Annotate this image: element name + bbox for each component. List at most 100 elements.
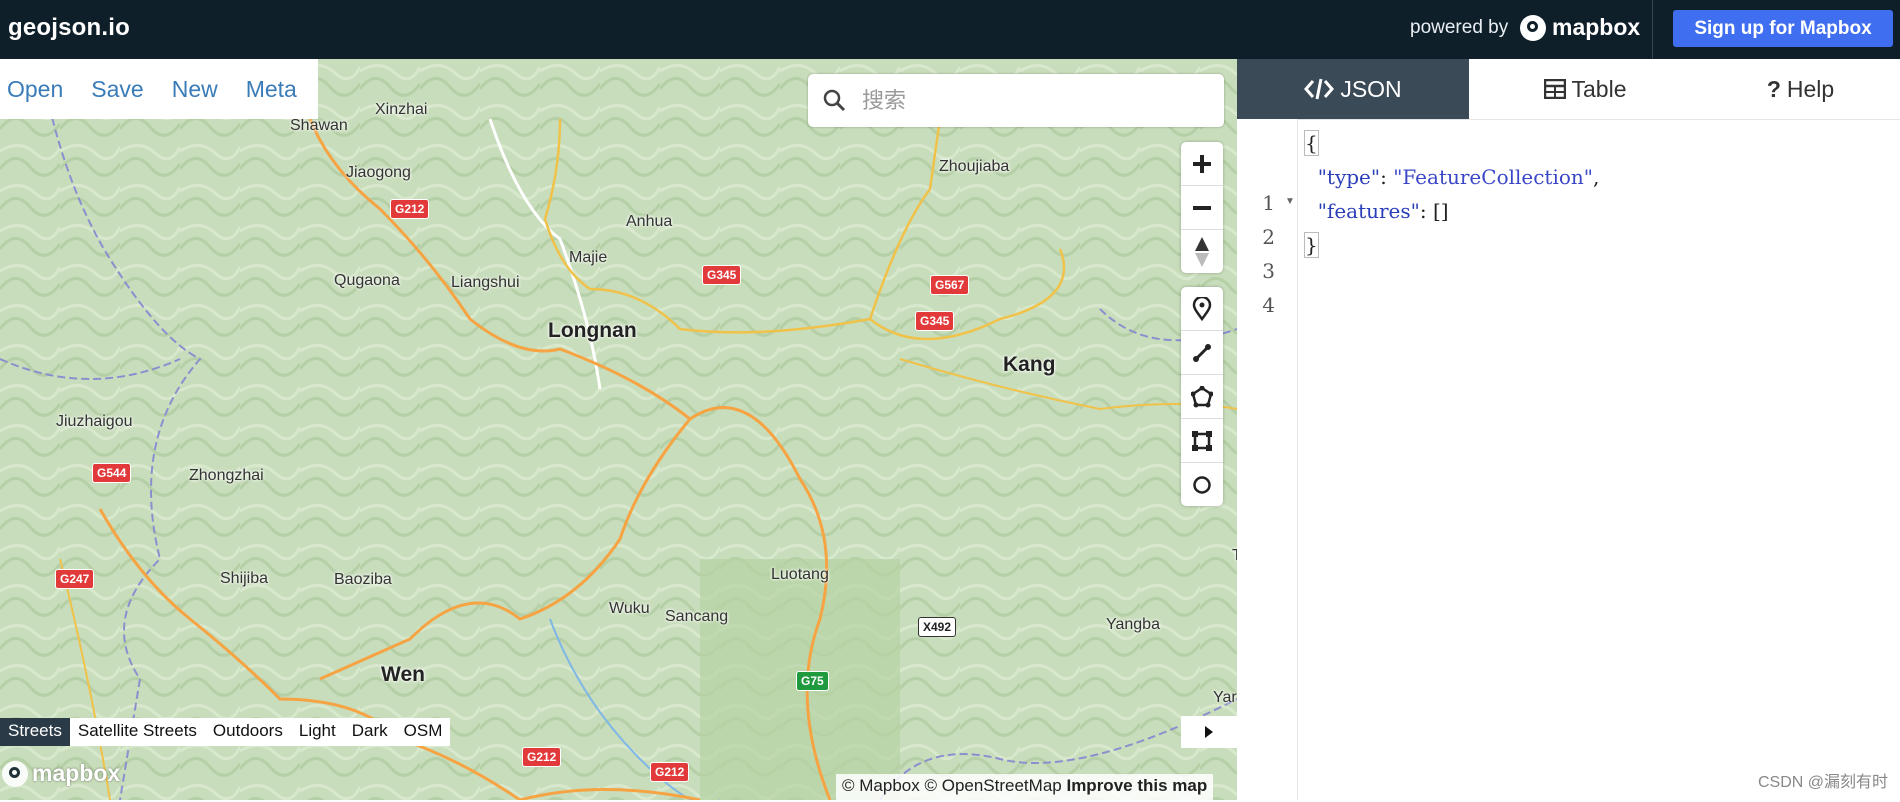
place-label: Baoziba bbox=[334, 571, 392, 588]
zoom-controls bbox=[1181, 142, 1223, 273]
polygon-icon[interactable] bbox=[1181, 375, 1223, 419]
map-attribution: © Mapbox © OpenStreetMap Improve this ma… bbox=[836, 774, 1214, 802]
search-box bbox=[808, 74, 1224, 127]
question-icon: ? bbox=[1766, 75, 1781, 102]
caret-right-icon bbox=[1205, 726, 1213, 738]
line-number: 4 bbox=[1262, 293, 1275, 317]
draw-controls bbox=[1181, 287, 1223, 506]
menu-open[interactable]: Open bbox=[7, 76, 63, 103]
line-gutter: 1 ▼ 2 3 4 bbox=[1237, 119, 1298, 800]
powered-by-text: powered by bbox=[1410, 17, 1509, 38]
road-shield: G212 bbox=[522, 747, 562, 767]
map-style-switcher: Streets Satellite Streets Outdoors Light… bbox=[0, 718, 451, 746]
place-label: Shijiba bbox=[220, 570, 269, 587]
place-label: Zhoujiaba bbox=[939, 158, 1010, 175]
code-line[interactable]: "features": [] bbox=[1305, 199, 1449, 223]
line-number: 1 bbox=[1262, 191, 1275, 215]
place-label: Wuku bbox=[609, 600, 650, 617]
style-outdoors[interactable]: Outdoors bbox=[205, 718, 291, 746]
tab-table-label: Table bbox=[1571, 75, 1627, 102]
marker-icon[interactable] bbox=[1181, 287, 1223, 331]
table-icon bbox=[1543, 79, 1566, 99]
style-streets[interactable]: Streets bbox=[0, 718, 70, 746]
place-label: Longnan bbox=[548, 319, 637, 342]
json-value-type: "FeatureCollection" bbox=[1393, 165, 1593, 189]
attribution-mapbox[interactable]: © Mapbox bbox=[842, 776, 920, 795]
place-label: Yar bbox=[1213, 689, 1237, 706]
road-shield: G345 bbox=[915, 311, 955, 331]
tab-table[interactable]: Table bbox=[1469, 59, 1701, 119]
place-label: Jiaogong bbox=[346, 164, 411, 181]
fold-arrow-icon[interactable]: ▼ bbox=[1285, 196, 1295, 207]
road-shield: X492 bbox=[918, 617, 957, 637]
style-dark[interactable]: Dark bbox=[344, 718, 396, 746]
road-shield: G75 bbox=[796, 671, 829, 691]
file-menu: Open Save New Meta bbox=[0, 59, 318, 119]
place-label: Zhongzhai bbox=[189, 467, 264, 484]
place-label: Xinzhai bbox=[375, 101, 428, 118]
search-input[interactable] bbox=[860, 84, 1204, 118]
code-line[interactable]: "type": "FeatureCollection", bbox=[1305, 165, 1600, 189]
road-shield: G567 bbox=[930, 275, 970, 295]
map-mapbox-logo[interactable]: mapbox bbox=[2, 760, 120, 787]
mapbox-icon bbox=[2, 760, 28, 787]
place-label: Kang bbox=[1003, 353, 1056, 376]
topbar-divider bbox=[1652, 0, 1653, 59]
compass-icon[interactable] bbox=[1181, 230, 1223, 273]
top-bar: geojson.io powered by mapbox Sign up for… bbox=[0, 0, 1900, 59]
place-label: Sancang bbox=[665, 608, 729, 625]
code-line[interactable]: { bbox=[1304, 130, 1319, 156]
map-logo-wordmark: mapbox bbox=[32, 760, 121, 786]
improve-map-link[interactable]: Improve this map bbox=[1066, 776, 1207, 795]
editor-panel: JSON Table ? Help 1 ▼ 2 3 4 { "type": "F… bbox=[1237, 59, 1900, 800]
tab-json[interactable]: JSON bbox=[1237, 59, 1469, 119]
json-key-features: "features" bbox=[1317, 199, 1420, 223]
tab-help-label: Help bbox=[1786, 75, 1835, 102]
place-label: Qugaona bbox=[334, 272, 400, 289]
map-terrain bbox=[0, 59, 1237, 800]
menu-new[interactable]: New bbox=[172, 76, 218, 103]
style-osm[interactable]: OSM bbox=[396, 718, 451, 746]
road-shield: G212 bbox=[390, 199, 430, 219]
menu-save[interactable]: Save bbox=[91, 76, 143, 103]
app-logo[interactable]: geojson.io bbox=[8, 14, 130, 42]
open-brace: { bbox=[1304, 130, 1319, 156]
zoom-out-icon[interactable] bbox=[1181, 186, 1223, 230]
mapbox-wordmark: mapbox bbox=[1552, 14, 1641, 40]
place-label: Liangshui bbox=[451, 274, 520, 291]
place-label: Yangba bbox=[1106, 616, 1160, 633]
road-shield: G247 bbox=[55, 569, 95, 589]
code-line[interactable]: } bbox=[1304, 232, 1319, 258]
road-shield: G212 bbox=[650, 762, 690, 782]
json-value-features: [] bbox=[1432, 199, 1449, 223]
collapse-panel-button[interactable] bbox=[1181, 716, 1237, 748]
tab-json-label: JSON bbox=[1340, 75, 1402, 102]
style-light[interactable]: Light bbox=[291, 718, 344, 746]
panel-tabs: JSON Table ? Help bbox=[1237, 59, 1900, 120]
json-key-type: "type" bbox=[1317, 165, 1381, 189]
style-satellite-streets[interactable]: Satellite Streets bbox=[70, 718, 205, 746]
rectangle-icon[interactable] bbox=[1181, 419, 1223, 463]
mapbox-icon bbox=[1520, 14, 1546, 41]
place-label: Jiuzhaigou bbox=[56, 413, 133, 430]
circle-icon[interactable] bbox=[1181, 463, 1223, 506]
place-label: Wen bbox=[381, 663, 425, 686]
map-canvas[interactable]: Xinzhai Shawan Jiaogong Anhua Majie Quga… bbox=[0, 59, 1237, 800]
attribution-osm[interactable]: © OpenStreetMap bbox=[924, 776, 1061, 795]
line-icon[interactable] bbox=[1181, 331, 1223, 375]
place-label: Shawan bbox=[290, 117, 348, 134]
menu-meta[interactable]: Meta bbox=[246, 76, 297, 103]
road-shield: G544 bbox=[92, 463, 132, 483]
mapbox-brand-logo[interactable]: mapbox bbox=[1520, 14, 1640, 41]
watermark: CSDN @漏刻有时 bbox=[1757, 774, 1888, 791]
signup-button[interactable]: Sign up for Mapbox bbox=[1673, 10, 1893, 47]
close-brace: } bbox=[1304, 232, 1319, 258]
search-icon bbox=[822, 88, 846, 117]
place-label: Majie bbox=[569, 249, 608, 266]
line-number: 2 bbox=[1262, 225, 1275, 249]
place-label: Luotang bbox=[771, 566, 829, 583]
tab-help[interactable]: ? Help bbox=[1701, 59, 1900, 119]
place-label: Anhua bbox=[626, 213, 673, 230]
code-icon bbox=[1304, 78, 1335, 100]
zoom-in-icon[interactable] bbox=[1181, 142, 1223, 186]
